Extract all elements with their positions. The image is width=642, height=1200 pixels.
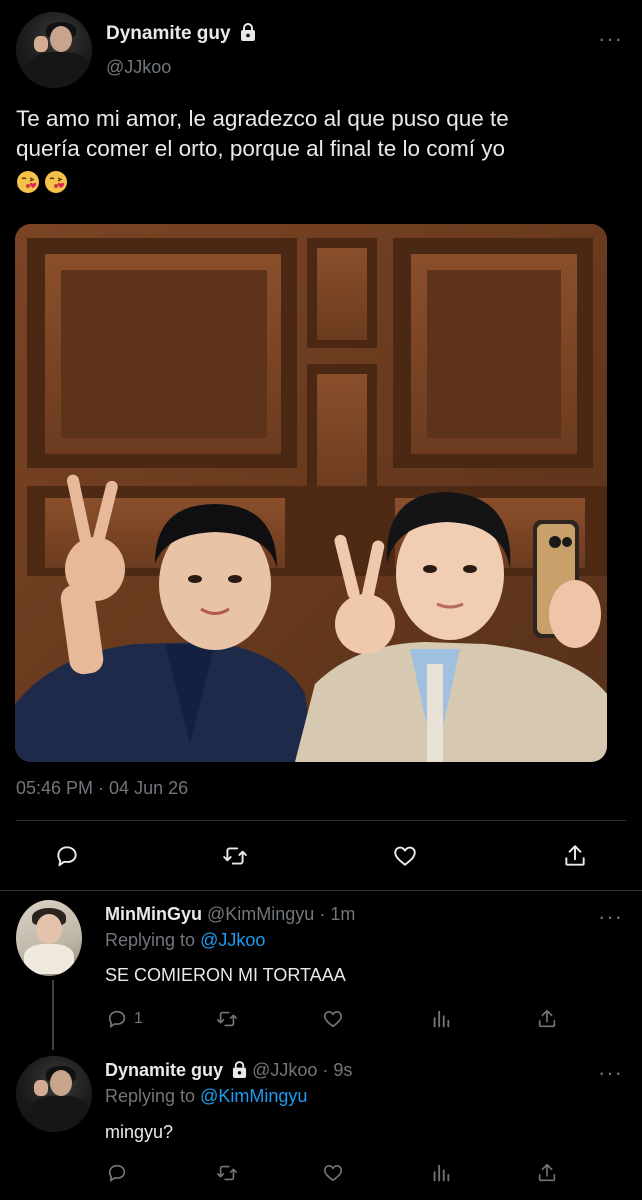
- views-icon: [433, 1164, 450, 1182]
- share-button[interactable]: [536, 1008, 558, 1030]
- replying-to-link[interactable]: @KimMingyu: [200, 1086, 307, 1106]
- more-icon[interactable]: ···: [598, 28, 623, 50]
- reply-icon: [57, 846, 77, 867]
- replying-to-line: Replying to @KimMingyu: [105, 1086, 307, 1107]
- replying-label: Replying to: [105, 1086, 196, 1106]
- reply-handle[interactable]: @KimMingyu: [207, 904, 314, 924]
- emoji-row: [16, 168, 636, 198]
- lock-icon: [240, 23, 256, 47]
- replying-to-link[interactable]: @JJkoo: [200, 930, 265, 950]
- replying-to-line: Replying to @JJkoo: [105, 930, 265, 951]
- retweet-icon: [217, 1011, 237, 1027]
- reply-avatar[interactable]: [16, 900, 82, 976]
- retweet-button[interactable]: [216, 1162, 238, 1184]
- lock-icon: [232, 1061, 247, 1083]
- reply-handle[interactable]: @JJkoo: [252, 1060, 317, 1080]
- reply-time[interactable]: · 9s: [322, 1060, 352, 1080]
- tweet-text: Te amo mi amor, le agradezco al que puso…: [16, 104, 636, 198]
- tweet-photo[interactable]: [15, 224, 607, 762]
- retweet-icon: [223, 847, 247, 865]
- more-icon[interactable]: ···: [598, 906, 623, 928]
- share-icon: [538, 1163, 556, 1182]
- reply-count: 1: [134, 1010, 143, 1027]
- reply-text: mingyu?: [105, 1122, 174, 1142]
- heart-icon: [323, 1165, 343, 1182]
- like-button[interactable]: [322, 1008, 344, 1030]
- like-button[interactable]: [389, 840, 421, 872]
- tweet-text-line: quería comer el orto, porque al final te…: [16, 136, 506, 161]
- reply-author-name[interactable]: MinMinGyu: [105, 904, 202, 924]
- share-icon: [538, 1009, 556, 1028]
- reply-icon: [108, 1010, 126, 1028]
- retweet-icon: [217, 1165, 237, 1181]
- more-icon[interactable]: ···: [598, 1062, 623, 1084]
- views-button[interactable]: [430, 1162, 452, 1184]
- tweet-timestamp[interactable]: 05:46 PM · 04 Jun 26: [16, 778, 188, 799]
- share-icon: [565, 845, 585, 866]
- heart-icon: [394, 846, 416, 866]
- author-handle[interactable]: @JJkoo: [106, 57, 171, 78]
- reply-time[interactable]: · 1m: [319, 904, 355, 924]
- heart-icon: [323, 1011, 343, 1028]
- reply-header: Dynamite guy @JJkoo · 9s: [105, 1060, 352, 1083]
- retweet-button[interactable]: [216, 1008, 238, 1030]
- reply-header: MinMinGyu @KimMingyu · 1m: [105, 904, 355, 925]
- reply-button[interactable]: [51, 840, 83, 872]
- reply-author-name[interactable]: Dynamite guy: [105, 1060, 223, 1080]
- reply-button[interactable]: [106, 1162, 128, 1184]
- reply-button[interactable]: 1: [106, 1008, 143, 1030]
- replying-label: Replying to: [105, 930, 196, 950]
- reply-icon: [108, 1164, 126, 1182]
- tweet-text-line: Te amo mi amor, le agradezco al que puso…: [16, 106, 509, 131]
- divider: [0, 890, 642, 891]
- thread-line: [52, 980, 54, 1050]
- retweet-button[interactable]: [219, 840, 251, 872]
- reply-text: SE COMIERON MI TORTAAA: [105, 965, 346, 985]
- share-button[interactable]: [536, 1162, 558, 1184]
- views-icon: [433, 1010, 450, 1028]
- views-button[interactable]: [430, 1008, 452, 1030]
- kiss-emoji-icon: [45, 171, 67, 193]
- kiss-emoji-icon: [17, 171, 39, 193]
- divider: [16, 820, 626, 821]
- like-button[interactable]: [322, 1162, 344, 1184]
- author-avatar[interactable]: [16, 12, 92, 88]
- author-name[interactable]: Dynamite guy: [106, 23, 231, 44]
- reply-avatar[interactable]: [16, 1056, 92, 1132]
- author-name-row[interactable]: Dynamite guy: [106, 23, 256, 47]
- share-button[interactable]: [559, 840, 591, 872]
